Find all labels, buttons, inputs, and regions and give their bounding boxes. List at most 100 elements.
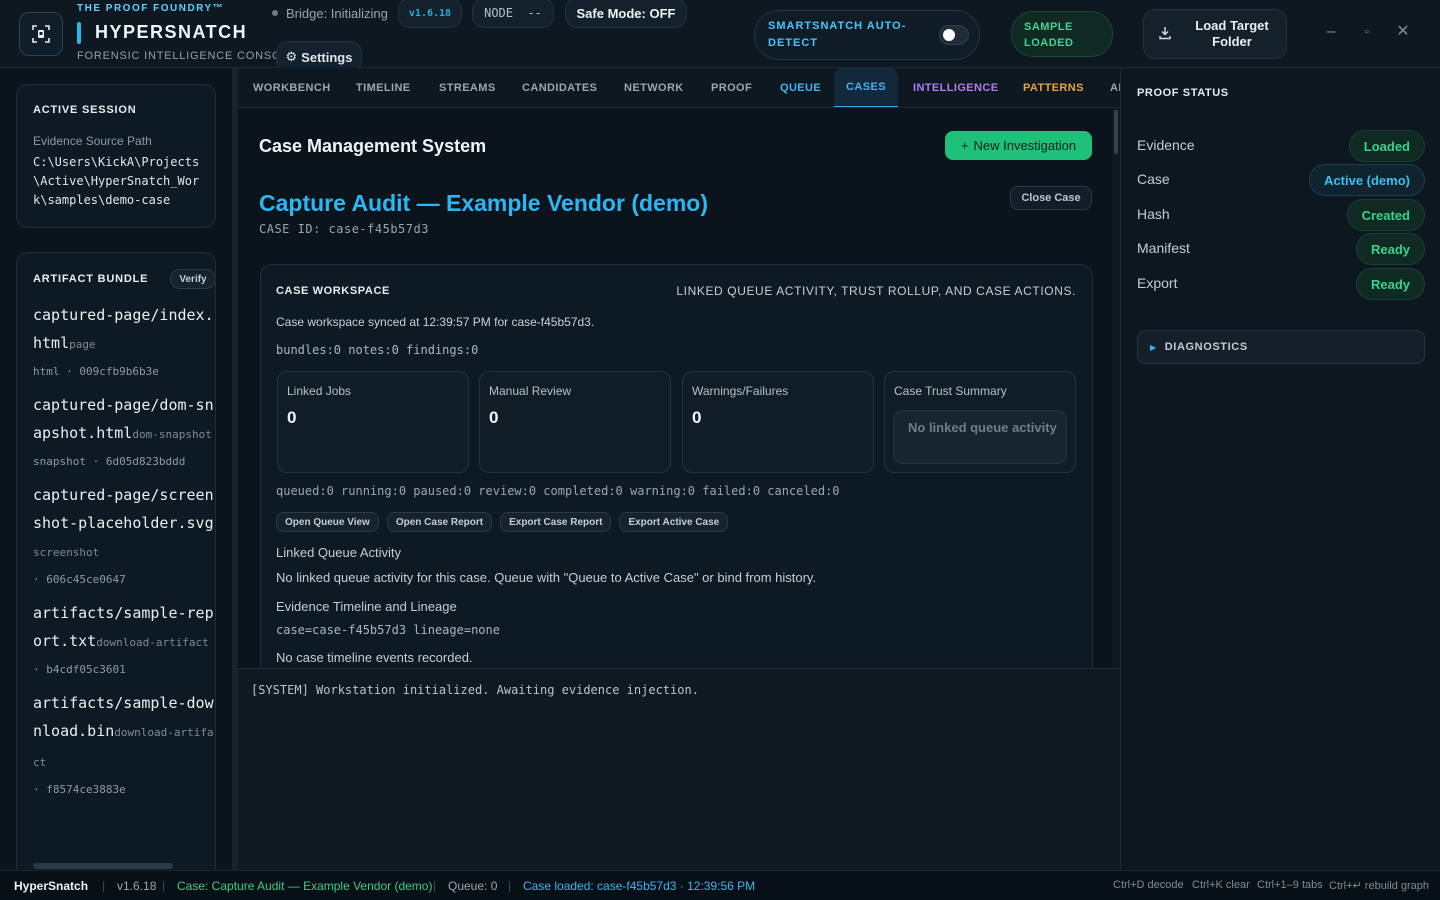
active-session-card: ACTIVE SESSION Evidence Source Path C:\U… <box>16 84 216 228</box>
status-version: v1.6.18 <box>117 879 157 893</box>
case-id: CASE ID: case-f45b57d3 <box>259 222 429 236</box>
stat-warnings-failures: Warnings/Failures 0 <box>682 371 874 473</box>
load-target-label: Load Target Folder <box>1195 18 1269 49</box>
scrollbar-thumb[interactable] <box>1114 110 1118 154</box>
case-title: Capture Audit — Example Vendor (demo) <box>259 190 708 216</box>
shortcut-clear: Ctrl+K clear <box>1192 879 1250 891</box>
tab-streams[interactable]: STREAMS <box>439 68 496 107</box>
artifact-kind: screenshot <box>33 546 100 559</box>
tab-ai[interactable]: AI <box>1110 68 1120 107</box>
bridge-status-text: Bridge: Initializing <box>286 5 388 21</box>
workspace-sync-text: Case workspace synced at 12:39:57 PM for… <box>276 315 595 329</box>
smartsnatch-auto-detect: SMARTSNATCH AUTO-DETECT <box>754 10 980 60</box>
stat-label: Manual Review <box>489 384 572 398</box>
proof-row-case: Case Active (demo) <box>1137 164 1425 196</box>
export-active-case-button[interactable]: Export Active Case <box>619 512 729 532</box>
stat-value: 0 <box>489 408 499 427</box>
artifact-list: captured-page/index.htmlpage html · 009c… <box>33 301 215 809</box>
artifact-meta: · 606c45ce0647 <box>33 573 126 586</box>
artifact-bundle-title: ARTIFACT BUNDLE <box>33 273 149 285</box>
stat-value: 0 <box>287 408 297 427</box>
status-queue: Queue: 0 <box>448 879 498 893</box>
status-separator: | <box>433 879 437 893</box>
tab-network[interactable]: NETWORK <box>624 68 684 107</box>
workspace-subtitle: LINKED QUEUE ACTIVITY, TRUST ROLLUP, AND… <box>676 284 1076 298</box>
gear-icon: ⚙ <box>285 49 298 64</box>
stat-case-trust-summary: Case Trust Summary No linked queue activ… <box>884 371 1076 473</box>
export-case-report-button[interactable]: Export Case Report <box>500 512 612 532</box>
open-queue-view-button[interactable]: Open Queue View <box>276 512 379 532</box>
artifact-item[interactable]: captured-page/screenshot-placeholder.svg… <box>33 481 215 593</box>
tab-queue[interactable]: QUEUE <box>780 68 821 107</box>
tab-timeline[interactable]: TIMELINE <box>356 68 411 107</box>
page-title: Case Management System <box>259 136 487 156</box>
plus-icon: + <box>960 138 969 153</box>
smartsnatch-label: SMARTSNATCH AUTO-DETECT <box>768 20 907 49</box>
artifact-bundle-card: ARTIFACT BUNDLE Verify captured-page/ind… <box>16 252 216 882</box>
linked-queue-heading: Linked Queue Activity <box>276 545 402 560</box>
linked-queue-text: No linked queue activity for this case. … <box>276 570 817 585</box>
case-management-panel: Case Management System + New Investigati… <box>238 108 1112 668</box>
bridge-status: Bridge: Initializing <box>272 4 388 22</box>
minimize-icon[interactable]: – <box>1323 24 1339 40</box>
queue-state-counts: queued:0 running:0 paused:0 review:0 com… <box>276 484 840 498</box>
timeline-meta: case=case-f45b57d3 lineage=none <box>276 623 500 637</box>
maximize-icon[interactable]: ▫ <box>1359 24 1375 40</box>
artifact-item[interactable]: captured-page/dom-snapshot.htmldom-snaps… <box>33 391 215 475</box>
tab-workbench[interactable]: WORKBENCH <box>253 68 331 107</box>
shortcut-tabs: Ctrl+1–9 tabs <box>1257 879 1323 891</box>
artifact-kind: dom-snapshot <box>132 428 212 441</box>
diagnostics-label: DIAGNOSTICS <box>1164 341 1248 353</box>
proof-row-hash: Hash Created <box>1137 199 1425 231</box>
timeline-empty-text: No case timeline events recorded. <box>276 650 473 665</box>
new-investigation-button[interactable]: + New Investigation <box>945 131 1092 160</box>
proof-status-panel: PROOF STATUS Evidence Loaded Case Active… <box>1120 68 1440 870</box>
artifact-item[interactable]: artifacts/sample-report.txtdownload-arti… <box>33 599 215 683</box>
version-badge: v1.6.18 <box>398 0 462 28</box>
download-icon <box>1159 27 1171 40</box>
camera-bracket-icon <box>32 25 50 43</box>
workspace-title: CASE WORKSPACE <box>276 285 390 297</box>
load-target-folder-button[interactable]: Load Target Folder <box>1143 9 1287 59</box>
status-badge: Ready <box>1355 268 1425 300</box>
evidence-source-path: C:\Users\KickA\Projects\Active\HyperSnat… <box>33 155 200 207</box>
caret-right-icon: ▶ <box>1150 342 1157 352</box>
verify-button[interactable]: Verify <box>170 269 215 289</box>
close-icon[interactable]: ✕ <box>1395 24 1411 40</box>
status-case-loaded: Case loaded: case-f45b57d3 · 12:39:56 PM <box>523 879 756 893</box>
workspace-counts: bundles:0 notes:0 findings:0 <box>276 343 479 357</box>
timeline-heading: Evidence Timeline and Lineage <box>276 599 457 614</box>
status-badge: Loaded <box>1348 130 1425 162</box>
diagnostics-toggle[interactable]: ▶ DIAGNOSTICS <box>1137 330 1425 364</box>
tab-proof[interactable]: PROOF <box>711 68 752 107</box>
artifact-item[interactable]: captured-page/index.htmlpage html · 009c… <box>33 301 215 385</box>
proof-row-export: Export Ready <box>1137 268 1425 300</box>
proof-row-manifest: Manifest Ready <box>1137 233 1425 265</box>
app-name: HYPERSNATCH <box>95 22 248 42</box>
status-badge: Active (demo) <box>1309 164 1425 196</box>
settings-label: Settings <box>301 49 353 65</box>
safe-mode-toggle[interactable]: Safe Mode: OFF <box>565 0 687 28</box>
artifact-item[interactable]: artifacts/sample-download.bindownload-ar… <box>33 689 215 803</box>
tab-intelligence[interactable]: INTELLIGENCE <box>913 68 998 107</box>
brand-kicker: THE PROOF FOUNDRY™ <box>77 3 225 14</box>
bundle-scrollbar[interactable] <box>33 863 173 869</box>
smartsnatch-toggle[interactable] <box>939 25 969 45</box>
tab-candidates[interactable]: CANDIDATES <box>522 68 597 107</box>
status-badge: Ready <box>1355 233 1425 265</box>
tab-cases[interactable]: CASES <box>834 68 898 107</box>
open-case-report-button[interactable]: Open Case Report <box>386 512 493 532</box>
stat-label: Linked Jobs <box>287 384 352 398</box>
status-separator: | <box>508 879 512 893</box>
proof-key: Manifest <box>1137 240 1190 256</box>
trust-summary-value: No linked queue activity <box>893 410 1067 464</box>
evidence-source-label: Evidence Source Path <box>33 134 152 148</box>
stat-label: Warnings/Failures <box>692 384 789 398</box>
status-case: Case: Capture Audit — Example Vendor (de… <box>177 879 433 893</box>
close-case-button[interactable]: Close Case <box>1010 186 1092 210</box>
sample-status-badge: SAMPLE LOADED <box>1011 11 1113 57</box>
case-workspace: CASE WORKSPACE LINKED QUEUE ACTIVITY, TR… <box>260 264 1093 668</box>
tab-patterns[interactable]: PATTERNS <box>1023 68 1084 107</box>
main-scrollbar[interactable] <box>1112 108 1120 668</box>
status-separator: | <box>162 879 166 893</box>
